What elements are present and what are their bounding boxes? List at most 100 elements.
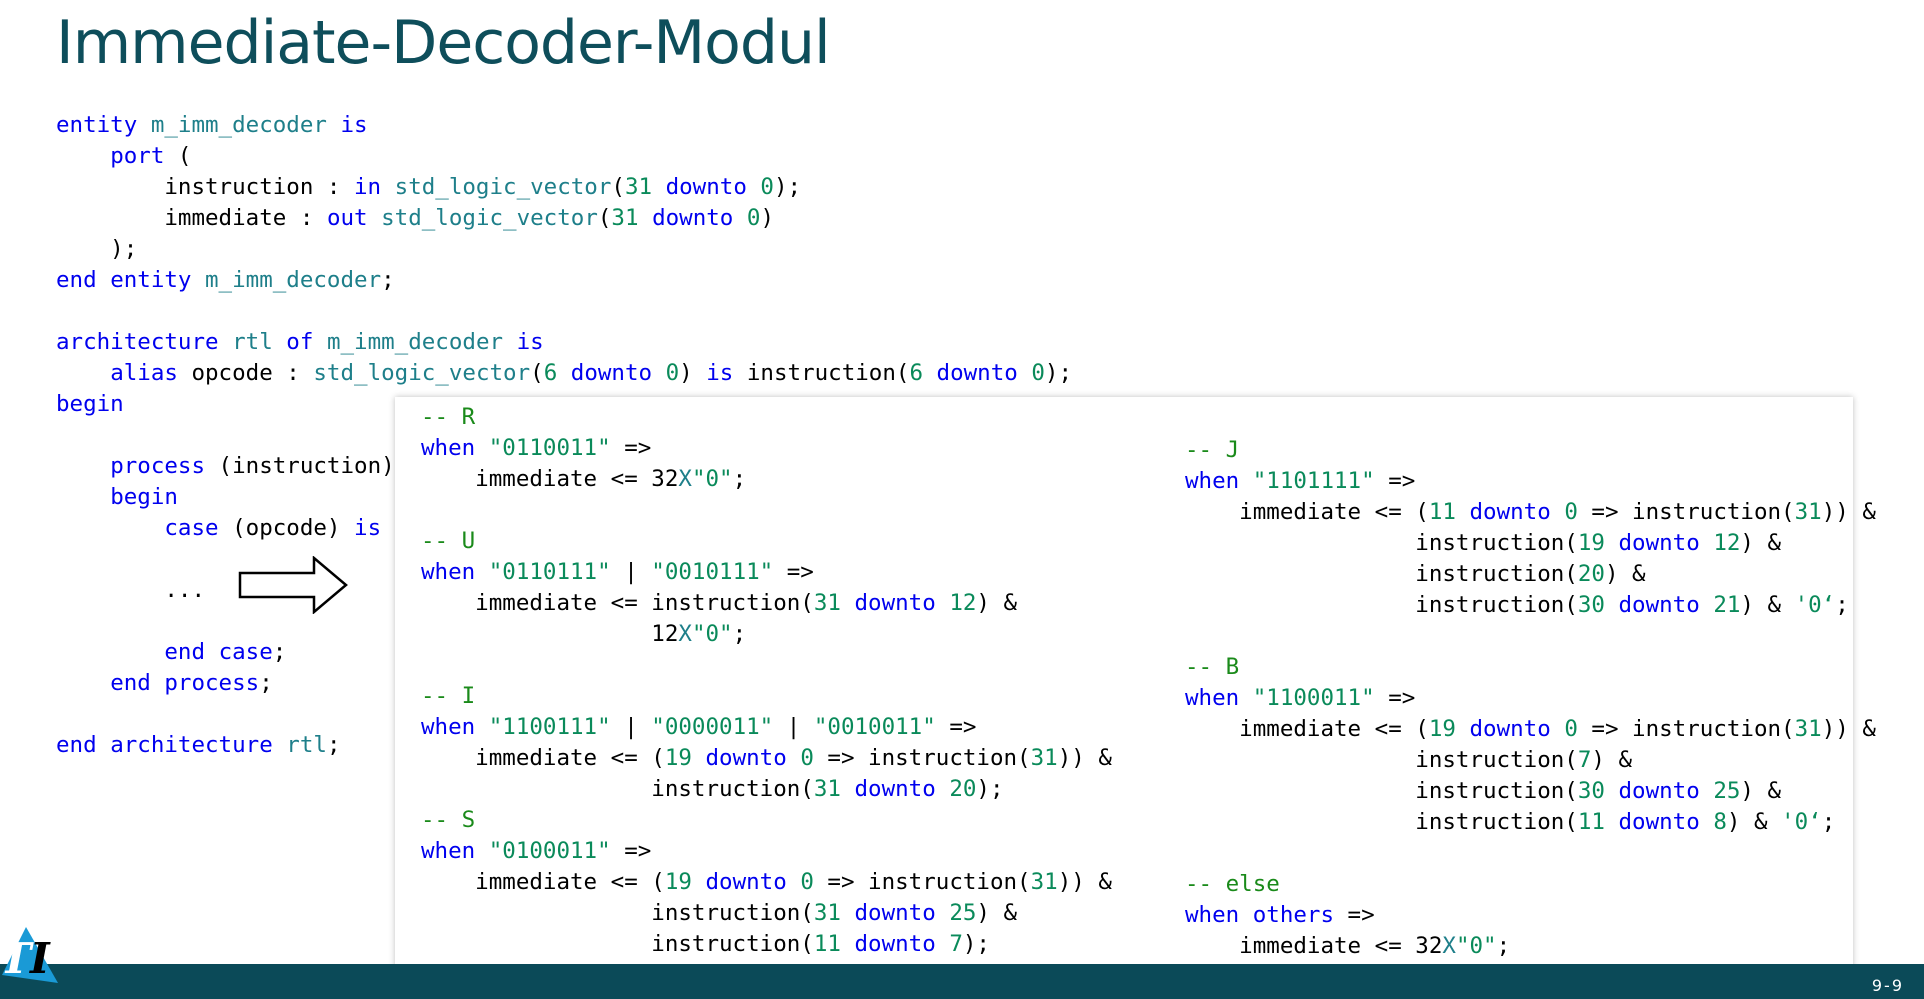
code-line: instruction(20) &	[1185, 561, 1645, 587]
code-token: 31	[1794, 499, 1822, 525]
code-token: 31	[813, 776, 841, 802]
code-token: 0	[1564, 716, 1578, 742]
code-line: entity m_imm_decoder is	[56, 112, 368, 138]
code-token: (	[597, 205, 612, 231]
code-token: when	[421, 714, 476, 740]
code-token: downto	[1618, 809, 1700, 835]
code-token: =>	[773, 559, 814, 585]
code-token: instruction(	[1185, 809, 1578, 835]
code-token: is	[354, 515, 382, 541]
code-line: immediate <= instruction(31 downto 12) &	[421, 590, 1017, 616]
code-token: downto	[570, 360, 653, 386]
code-token: 12	[949, 590, 977, 616]
code-token: "0110011"	[488, 435, 611, 461]
code-line: immediate <= (19 downto 0 => instruction…	[421, 745, 1112, 771]
code-token: 20	[949, 776, 977, 802]
code-token: rtl	[286, 732, 327, 758]
code-token: 0	[1564, 499, 1578, 525]
code-token: X	[678, 466, 692, 492]
code-token: std_logic_vector	[313, 360, 531, 386]
code-token: -- I	[421, 683, 476, 709]
code-token: m_imm_decoder	[205, 267, 382, 293]
code-token: -- J	[1185, 437, 1240, 463]
code-token: X	[1442, 933, 1456, 959]
code-token: case	[164, 515, 219, 541]
code-token: ;	[732, 466, 747, 492]
code-line: immediate <= 32X"0";	[421, 466, 746, 492]
code-token: when	[421, 435, 476, 461]
code-token: 25	[949, 900, 977, 926]
code-line: instruction(31 downto 20);	[421, 776, 1003, 802]
code-token: immediate :	[56, 205, 327, 231]
code-token: alias	[110, 360, 178, 386]
code-token: instruction(	[421, 900, 814, 926]
code-token: architecture	[110, 732, 273, 758]
code-token: "0110111"	[488, 559, 611, 585]
code-token: downto	[665, 174, 747, 200]
code-token: 7	[949, 931, 963, 957]
code-token: ;	[1821, 809, 1836, 835]
code-line: instruction : in std_logic_vector(31 dow…	[56, 174, 801, 200]
code-token: process	[164, 670, 260, 696]
code-line: end entity m_imm_decoder;	[56, 267, 395, 293]
code-line: when "0110011" =>	[421, 435, 651, 461]
code-token: downto	[1618, 530, 1700, 556]
code-line: -- U	[421, 528, 475, 554]
code-token: 0	[746, 205, 761, 231]
code-token: immediate <= (	[1185, 499, 1429, 525]
code-token: |	[610, 714, 652, 740]
code-token: std_logic_vector	[394, 174, 612, 200]
code-token: instruction(	[1185, 778, 1578, 804]
code-token: "0"	[691, 621, 733, 647]
code-line: instruction(11 downto 7);	[421, 931, 990, 957]
code-token: => instruction(	[813, 869, 1031, 895]
code-line: architecture rtl of m_imm_decoder is	[56, 329, 544, 355]
code-line: begin	[56, 391, 124, 417]
code-token: )	[679, 360, 707, 386]
code-token: 30	[1577, 592, 1605, 618]
code-token: 0	[760, 174, 774, 200]
code-token: -- U	[421, 528, 476, 554]
code-line: immediate <= (11 downto 0 => instruction…	[1185, 499, 1876, 525]
code-line: when "1101111" =>	[1185, 468, 1415, 494]
code-token: => instruction(	[1577, 499, 1795, 525]
code-token: m_imm_decoder	[150, 112, 327, 138]
code-token: begin	[110, 484, 178, 510]
code-token: opcode :	[177, 360, 314, 386]
page-title: Immediate-Decoder-Modul	[56, 8, 831, 78]
code-line: -- S	[421, 807, 475, 833]
code-token: 30	[1577, 778, 1605, 804]
code-token: (	[611, 174, 625, 200]
code-token: 6	[909, 360, 923, 386]
code-token: 21	[1713, 592, 1741, 618]
code-token: downto	[854, 590, 936, 616]
code-token: rtl	[232, 329, 273, 355]
code-token: process	[110, 453, 206, 479]
code-token: 31	[611, 205, 639, 231]
code-token: => instruction(	[813, 745, 1031, 771]
